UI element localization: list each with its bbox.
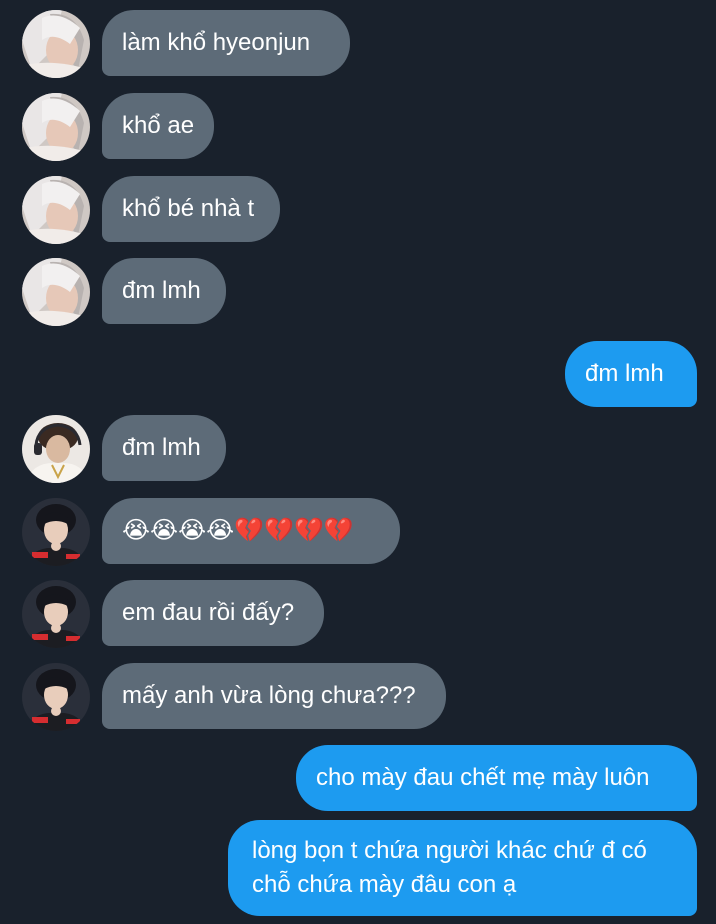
message-text: em đau rồi đấy? bbox=[122, 599, 295, 626]
message-bubble[interactable]: khổ ae bbox=[102, 93, 214, 159]
avatar-silver-hair[interactable] bbox=[22, 258, 90, 326]
avatar-dark-hair[interactable] bbox=[22, 663, 90, 731]
chat-thread: làm khổ hyeonjun khổ ae khổ bé nhà t đm … bbox=[0, 0, 716, 924]
avatar-silver-hair[interactable] bbox=[22, 93, 90, 161]
message-row-incoming: làm khổ hyeonjun bbox=[0, 10, 716, 78]
avatar-headset[interactable] bbox=[22, 415, 90, 483]
message-row-incoming: khổ bé nhà t bbox=[0, 176, 716, 244]
message-row-outgoing: cho mày đau chết mẹ mày luôn bbox=[0, 745, 716, 811]
message-text-line: chỗ chứa mày đâu con ạ bbox=[252, 871, 517, 898]
message-row-incoming: mấy anh vừa lòng chưa??? bbox=[0, 663, 716, 731]
message-bubble[interactable]: em đau rồi đấy? bbox=[102, 580, 324, 646]
avatar-silver-hair[interactable] bbox=[22, 176, 90, 244]
message-text: làm khổ hyeonjun bbox=[122, 29, 311, 56]
message-text: cho mày đau chết mẹ mày luôn bbox=[316, 764, 650, 791]
message-bubble[interactable]: đm lmh bbox=[102, 258, 226, 324]
message-bubble[interactable]: lòng bọn t chứa người khác chứ đ có chỗ … bbox=[228, 820, 697, 916]
message-row-incoming: khổ ae bbox=[0, 93, 716, 161]
message-text: đm lmh bbox=[122, 277, 201, 304]
message-row-incoming: đm lmh bbox=[0, 258, 716, 326]
message-text-line: lòng bọn t chứa người khác chứ đ có bbox=[252, 837, 647, 864]
message-row-outgoing: lòng bọn t chứa người khác chứ đ có chỗ … bbox=[0, 820, 716, 916]
message-bubble[interactable]: đm lmh bbox=[102, 415, 226, 481]
avatar-dark-hair[interactable] bbox=[22, 580, 90, 648]
message-bubble[interactable]: 😭😭😭😭💔💔💔💔 bbox=[102, 498, 400, 564]
message-row-outgoing: đm lmh bbox=[0, 341, 716, 407]
message-bubble[interactable]: đm lmh bbox=[565, 341, 697, 407]
message-row-incoming: em đau rồi đấy? bbox=[0, 580, 716, 648]
message-bubble[interactable]: mấy anh vừa lòng chưa??? bbox=[102, 663, 446, 729]
message-bubble[interactable]: khổ bé nhà t bbox=[102, 176, 280, 242]
message-text: lòng bọn t chứa người khác chứ đ có chỗ … bbox=[252, 834, 647, 902]
avatar-silver-hair[interactable] bbox=[22, 10, 90, 78]
message-text: khổ ae bbox=[122, 112, 195, 139]
message-text: khổ bé nhà t bbox=[122, 195, 255, 222]
message-row-incoming: 😭😭😭😭💔💔💔💔 bbox=[0, 498, 716, 566]
avatar-dark-hair[interactable] bbox=[22, 498, 90, 566]
message-row-incoming: đm lmh bbox=[0, 415, 716, 483]
message-text: đm lmh bbox=[585, 360, 664, 387]
message-text: đm lmh bbox=[122, 434, 201, 461]
message-bubble[interactable]: cho mày đau chết mẹ mày luôn bbox=[296, 745, 697, 811]
message-text: mấy anh vừa lòng chưa??? bbox=[122, 682, 416, 709]
message-text: 😭😭😭😭💔💔💔💔 bbox=[122, 517, 354, 544]
message-bubble[interactable]: làm khổ hyeonjun bbox=[102, 10, 350, 76]
